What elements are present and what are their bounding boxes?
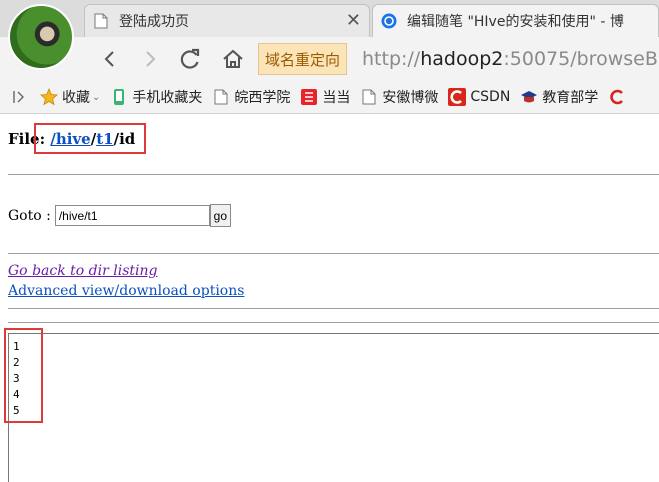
page-icon [360,88,378,106]
tab-strip: 登陆成功页 ✕ 编辑随笔 "HIve的安装和使用" - 博 [0,0,659,37]
divider [8,322,659,323]
overflow-icon [608,88,626,106]
sidebar-toggle-icon [13,91,24,103]
advanced-view-link[interactable]: Advanced view/download options [8,283,244,299]
back-button[interactable] [96,45,124,73]
bookmark-label: 收藏 [62,90,90,106]
address-bar[interactable]: http://hadoop2:50075/browseBlock.jsp [356,43,659,75]
bookmark-label: 皖西学院 [234,90,291,106]
url-protocol: http:// [362,48,421,70]
bookmarks-toggle-button[interactable] [12,89,26,105]
home-button[interactable] [219,45,247,73]
tab-title: 登陆成功页 [119,14,189,30]
divider [8,174,659,175]
goto-form: Goto : go [8,204,231,227]
close-icon[interactable]: ✕ [346,12,361,30]
bookmark-label: CSDN [470,89,511,105]
file-content-view[interactable]: 12345 [8,333,659,482]
page-icon [93,13,109,29]
navigation-bar: 域名重定向 http://hadoop2:50075/browseBlock.j… [0,37,659,81]
csdn-icon [448,88,467,106]
highlight-box-content [4,328,43,423]
bookmark-moe[interactable]: 教育部学 [520,87,598,107]
highlight-box-path [34,123,146,154]
page-icon [212,88,230,106]
user-avatar[interactable] [8,4,74,70]
star-icon [40,88,58,106]
tab-login-success[interactable]: 登陆成功页 ✕ [84,4,370,37]
dangdang-icon [300,88,318,106]
bookmark-label: 手机收藏夹 [132,90,203,106]
chevron-down-icon: ⌄ [92,91,101,103]
divider [8,308,659,309]
reload-icon [180,48,200,69]
home-icon [223,49,243,68]
mortarboard-icon [520,88,538,106]
tab-title: 编辑随笔 "HIve的安装和使用" - 博 [407,14,624,30]
bookmark-label: 教育部学 [542,90,599,106]
back-to-dir-listing-link[interactable]: Go back to dir listing [8,263,157,279]
bookmark-ahbw[interactable]: 安徽博微 [360,87,438,107]
goto-path-input[interactable] [54,205,210,226]
page-content: File: /hive/t1/id Goto : go Go back to d… [0,114,659,482]
domain-redirect-badge[interactable]: 域名重定向 [258,43,348,75]
reload-button[interactable] [176,45,204,73]
bookmark-csdn[interactable]: CSDN [448,88,510,106]
bookmark-label: 安徽博微 [382,90,439,106]
go-button[interactable]: go [209,204,231,227]
goto-label: Goto : [8,207,51,224]
arrow-right-icon [146,51,156,67]
bookmarks-bar: 收藏 ⌄ 手机收藏夹 皖西学院 当当 安徽博微 CSDN 教育部学 [0,81,659,114]
url-path: :50075/browseBlock.jsp [503,48,659,70]
bookmark-label: 当当 [322,90,351,106]
divider [8,253,659,254]
arrow-left-icon [104,51,114,67]
bookmark-wxc[interactable]: 皖西学院 [212,87,290,107]
bookmark-mobile[interactable]: 手机收藏夹 [110,87,202,107]
url-host: hadoop2 [420,48,504,70]
bookmark-dangdang[interactable]: 当当 [300,87,350,107]
bookmark-favorites[interactable]: 收藏 ⌄ [40,87,100,107]
forward-button[interactable] [136,45,164,73]
tab-edit-post[interactable]: 编辑随笔 "HIve的安装和使用" - 博 [372,4,659,37]
blog-edit-icon [381,13,397,29]
phone-icon [110,88,128,106]
bookmark-overflow[interactable] [608,88,630,106]
